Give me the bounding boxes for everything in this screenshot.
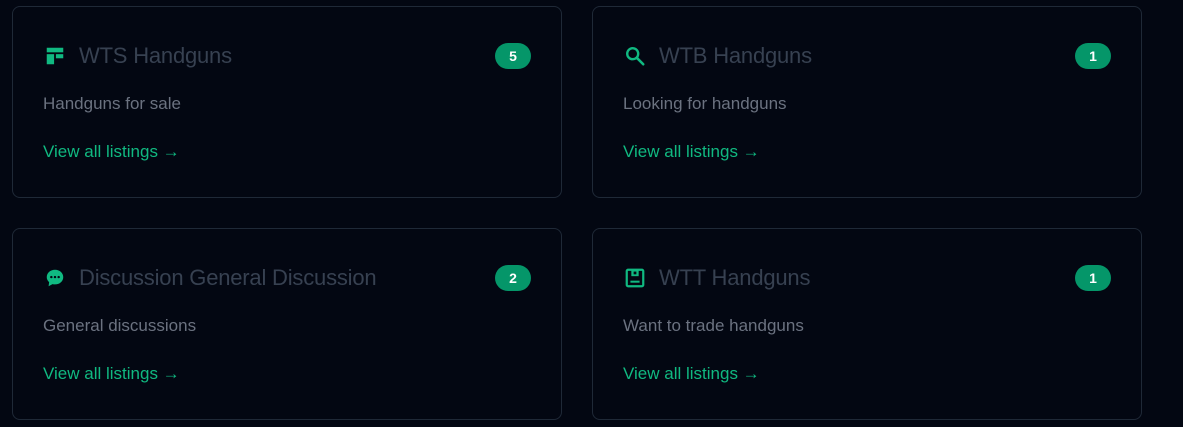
listing-count-badge: 1 [1075, 265, 1111, 291]
listing-count-badge: 2 [495, 265, 531, 291]
search-icon [623, 44, 647, 68]
card-title-wrap: WTB Handguns [623, 43, 812, 69]
card-header: Discussion General Discussion 2 [43, 263, 531, 293]
card-title-wrap: WTT Handguns [623, 265, 810, 291]
card-description: Want to trade handguns [623, 316, 804, 335]
card-description: Looking for handguns [623, 94, 787, 113]
view-all-listings-link[interactable]: View all listings → [623, 364, 760, 384]
category-card-wtt-handguns: WTT Handguns 1 Want to trade handguns Vi… [592, 228, 1142, 420]
card-header: WTB Handguns 1 [623, 41, 1111, 71]
chat-icon [43, 266, 67, 290]
category-grid: WTS Handguns 5 Handguns for sale View al… [0, 0, 1183, 427]
card-title[interactable]: WTT Handguns [659, 265, 810, 291]
category-card-general-discussion: Discussion General Discussion 2 General … [12, 228, 562, 420]
card-title-wrap: Discussion General Discussion [43, 265, 377, 291]
view-all-listings-link[interactable]: View all listings → [43, 142, 180, 162]
trade-box-icon [623, 266, 647, 290]
card-header: WTS Handguns 5 [43, 41, 531, 71]
view-all-listings-link[interactable]: View all listings → [623, 142, 760, 162]
card-description: Handguns for sale [43, 94, 181, 113]
listing-count-badge: 1 [1075, 43, 1111, 69]
listing-count-badge: 5 [495, 43, 531, 69]
card-title-wrap: WTS Handguns [43, 43, 232, 69]
category-card-wts-handguns: WTS Handguns 5 Handguns for sale View al… [12, 6, 562, 198]
card-title[interactable]: WTB Handguns [659, 43, 812, 69]
card-title[interactable]: Discussion General Discussion [79, 265, 377, 291]
card-header: WTT Handguns 1 [623, 263, 1111, 293]
card-description: General discussions [43, 316, 197, 335]
view-all-listings-link[interactable]: View all listings → [43, 364, 180, 384]
layout-icon [43, 44, 67, 68]
category-card-wtb-handguns: WTB Handguns 1 Looking for handguns View… [592, 6, 1142, 198]
card-title[interactable]: WTS Handguns [79, 43, 232, 69]
